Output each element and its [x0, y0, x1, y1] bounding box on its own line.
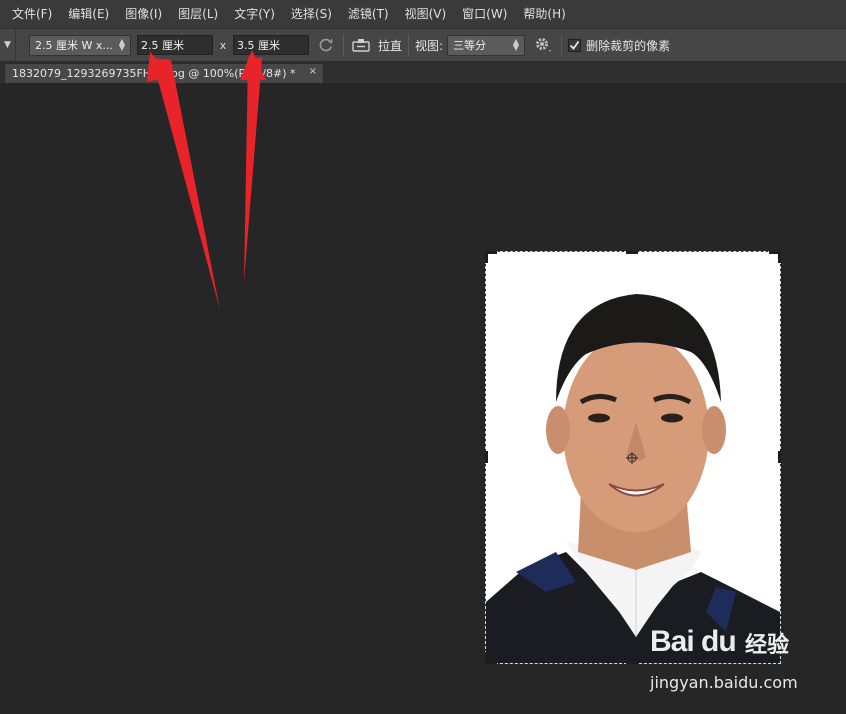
watermark-suffix: 经验: [745, 633, 790, 658]
document-tab[interactable]: 1832079_1293269735FHTx.jpg @ 100%(RGB/8#…: [4, 63, 324, 83]
watermark-url: jingyan.baidu.com: [650, 673, 798, 692]
menu-type[interactable]: 文字(Y): [228, 0, 281, 28]
document-title: 1832079_1293269735FHTx.jpg @ 100%(RGB/8#…: [12, 67, 296, 80]
width-field[interactable]: 2.5 厘米: [137, 35, 213, 55]
portrait-image: [486, 252, 780, 663]
view-overlay-value: 三等分: [453, 39, 487, 52]
dimension-separator: x: [219, 38, 227, 52]
menu-image[interactable]: 图像(I): [119, 0, 168, 28]
crop-handle-top-left[interactable]: [485, 251, 488, 263]
swap-dimensions-button[interactable]: [315, 34, 337, 56]
straighten-button[interactable]: [350, 34, 372, 56]
menu-edit[interactable]: 编辑(E): [62, 0, 115, 28]
separator: [408, 34, 410, 56]
crop-handle-left[interactable]: [485, 451, 488, 463]
crop-ratio-value: 2.5 厘米 W x...: [35, 39, 113, 52]
crop-settings-button[interactable]: [533, 34, 555, 56]
crop-handle-top[interactable]: [626, 251, 638, 254]
tool-preset-picker[interactable]: ▼: [0, 28, 16, 62]
gear-icon: [536, 38, 552, 52]
delete-cropped-label: 删除裁剪的像素: [586, 38, 671, 53]
close-icon[interactable]: ×: [309, 66, 317, 77]
baidu-logo: Bai du: [650, 625, 737, 658]
crop-handle-bottom-left[interactable]: [485, 652, 488, 664]
spinner-icon: ▲ ▼: [118, 37, 125, 52]
menu-layer[interactable]: 图层(L): [172, 0, 224, 28]
menu-help[interactable]: 帮助(H): [517, 0, 571, 28]
rotate-icon: [319, 38, 333, 52]
view-overlay-select[interactable]: 三等分 ▲ ▼: [447, 34, 526, 56]
crop-handle-right[interactable]: [778, 451, 781, 463]
checkmark-icon: [569, 40, 580, 50]
view-label: 视图:: [415, 38, 444, 53]
options-bar: ▼ 2.5 厘米 W x... ▲ ▼ 2.5 厘米 x 3.5 厘米 拉直 视图…: [0, 28, 846, 62]
menu-select[interactable]: 选择(S): [285, 0, 338, 28]
delete-cropped-checkbox[interactable]: [568, 38, 582, 52]
menu-filter[interactable]: 滤镜(T): [342, 0, 395, 28]
portrait-photo: [486, 252, 780, 663]
menu-bar: 文件(F) 编辑(E) 图像(I) 图层(L) 文字(Y) 选择(S) 滤镜(T…: [0, 0, 846, 28]
menu-window[interactable]: 窗口(W): [456, 0, 513, 28]
crop-handle-top-right[interactable]: [778, 251, 781, 263]
crop-ratio-select[interactable]: 2.5 厘米 W x... ▲ ▼: [29, 34, 131, 56]
document-tab-bar: 1832079_1293269735FHTx.jpg @ 100%(RGB/8#…: [0, 62, 846, 83]
crop-handle-bottom[interactable]: [626, 661, 638, 664]
menu-file[interactable]: 文件(F): [6, 0, 58, 28]
height-field[interactable]: 3.5 厘米: [233, 35, 309, 55]
chevron-down-icon: ▼: [4, 40, 11, 50]
straighten-label: 拉直: [378, 38, 403, 53]
separator: [561, 34, 563, 56]
spinner-icon: ▲ ▼: [512, 37, 520, 52]
baidu-watermark: Bai du 经验 jingyan.baidu.com: [650, 625, 830, 695]
separator: [343, 34, 344, 56]
level-icon: [352, 39, 370, 52]
menu-view[interactable]: 视图(V): [399, 0, 453, 28]
